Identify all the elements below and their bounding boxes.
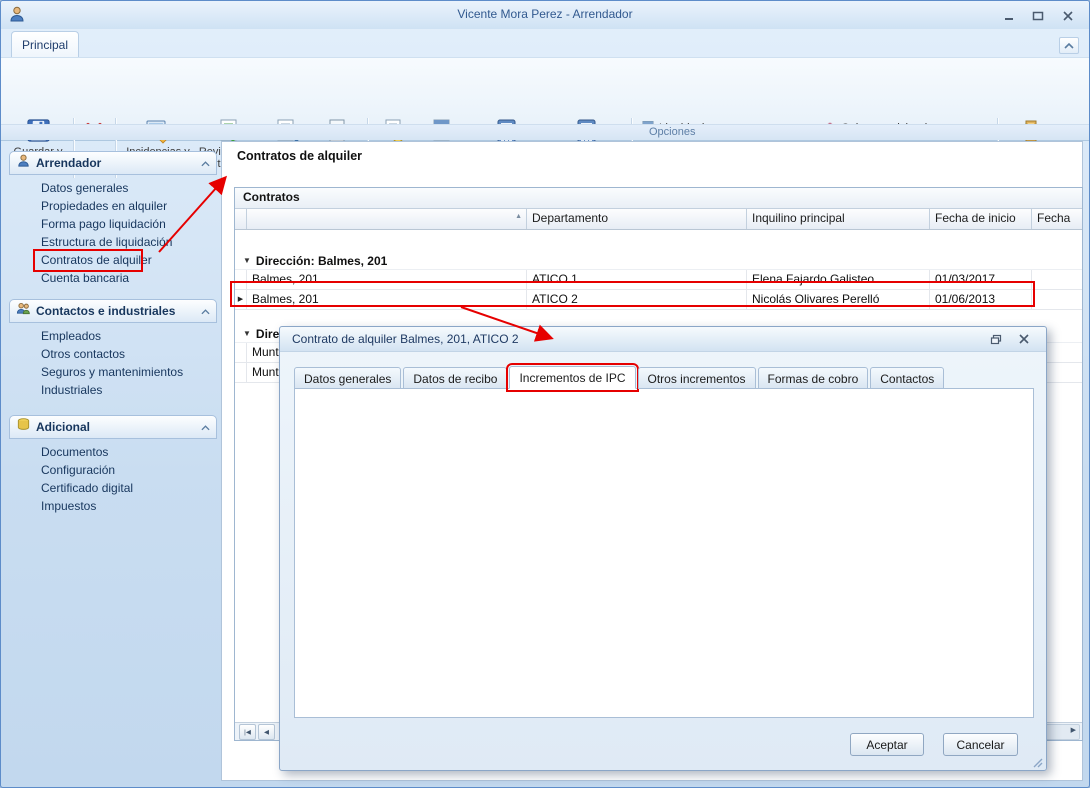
tab-otros-incrementos[interactable]: Otros incrementos	[638, 367, 756, 389]
grid-caption: Contratos	[235, 188, 1082, 209]
column-header-fecha[interactable]: Fecha	[1032, 209, 1082, 229]
sidebar-group-title: Contactos e industriales	[36, 304, 196, 318]
dialog-tab-page	[294, 388, 1034, 718]
sidebar-item-forma-pago-liquidacion[interactable]: Forma pago liquidación	[9, 215, 217, 233]
sort-asc-icon: ▲	[515, 213, 522, 220]
sidebar-item-cuenta-bancaria[interactable]: Cuenta bancaria	[9, 269, 217, 287]
tab-datos-generales[interactable]: Datos generales	[294, 367, 401, 389]
chevron-up-icon	[1064, 43, 1074, 49]
minimize-icon	[1004, 11, 1016, 21]
dialog-tabstrip: Datos generales Datos de recibo Incremen…	[294, 366, 946, 389]
sidebar-item-industriales[interactable]: Industriales	[9, 381, 217, 399]
column-header-direccion[interactable]: ▲	[247, 209, 527, 229]
app-window: Vicente Mora Perez - Arrendador Principa…	[0, 0, 1090, 788]
close-icon	[1018, 334, 1030, 344]
cell-departamento: ATICO 1	[527, 270, 747, 289]
dialog-title-bar: Contrato de alquiler Balmes, 201, ATICO …	[280, 327, 1046, 352]
sidebar-item-certificado-digital[interactable]: Certificado digital	[9, 479, 217, 497]
table-row-atico2-selected[interactable]: ▶ Balmes, 201 ATICO 2 Nicolás Olivares P…	[235, 290, 1082, 310]
chevron-up-icon[interactable]	[201, 154, 210, 172]
chevron-up-icon[interactable]	[201, 302, 210, 320]
cell-direccion: Balmes, 201	[247, 290, 527, 309]
sidebar-group-contactos: Contactos e industriales Empleados Otros…	[9, 299, 217, 399]
cell-inquilino: Elena Fajardo Galisteo	[747, 270, 930, 289]
scroll-right-icon[interactable]: ▶	[1071, 726, 1076, 734]
close-icon	[1062, 11, 1074, 21]
table-row-atico1[interactable]: Balmes, 201 ATICO 1 Elena Fajardo Galist…	[235, 270, 1082, 290]
sidebar-group-header[interactable]: Contactos e industriales	[9, 299, 217, 323]
column-header-fecha-inicio[interactable]: Fecha de inicio	[930, 209, 1032, 229]
group-row-balmes[interactable]: ▼ Dirección: Balmes, 201	[235, 252, 1082, 270]
ribbon-group-caption: Opciones	[1, 124, 1089, 140]
dialog-close-button[interactable]	[1014, 331, 1034, 347]
landlord-icon	[16, 153, 31, 173]
sidebar-group-title: Adicional	[36, 420, 196, 434]
ribbon: Guardar y cerrar ▼ Incidencias y notific…	[1, 57, 1089, 141]
accept-button[interactable]: Aceptar	[850, 733, 924, 756]
sidebar-item-propiedades-en-alquiler[interactable]: Propiedades en alquiler	[9, 197, 217, 215]
dialog-title: Contrato de alquiler Balmes, 201, ATICO …	[292, 332, 978, 346]
database-icon	[16, 417, 31, 437]
chevron-up-icon[interactable]	[201, 418, 210, 436]
tab-datos-de-recibo[interactable]: Datos de recibo	[403, 367, 507, 389]
sidebar-item-configuracion[interactable]: Configuración	[9, 461, 217, 479]
minimize-button[interactable]	[997, 8, 1023, 24]
sidebar-group-header[interactable]: Arrendador	[9, 151, 217, 175]
tab-incrementos-de-ipc[interactable]: Incrementos de IPC	[509, 366, 635, 389]
sidebar-item-seguros-y-mantenimientos[interactable]: Seguros y mantenimientos	[9, 363, 217, 381]
sidebar-group-adicional: Adicional Documentos Configuración Certi…	[9, 415, 217, 515]
tab-principal[interactable]: Principal	[11, 31, 79, 58]
sidebar-item-impuestos[interactable]: Impuestos	[9, 497, 217, 515]
sidebar-group-header[interactable]: Adicional	[9, 415, 217, 439]
cell-fecha-inicio: 01/03/2017	[930, 270, 1032, 289]
close-button[interactable]	[1055, 8, 1081, 24]
sidebar-item-empleados[interactable]: Empleados	[9, 327, 217, 345]
group-expand-icon[interactable]: ▼	[243, 329, 251, 338]
sidebar-item-estructura-de-liquidacion[interactable]: Estructura de liquidación	[9, 233, 217, 251]
cell-inquilino: Nicolás Olivares Perelló	[747, 290, 930, 309]
title-bar: Vicente Mora Perez - Arrendador	[1, 1, 1089, 29]
sidebar-group-arrendador: Arrendador Datos generales Propiedades e…	[9, 151, 217, 287]
sidebar-item-contratos-de-alquiler[interactable]: Contratos de alquiler	[9, 251, 217, 269]
row-indicator-icon: ▶	[235, 290, 247, 309]
group-expand-icon[interactable]: ▼	[243, 256, 251, 265]
page-title: Contratos de alquiler	[237, 149, 362, 163]
column-header-departamento[interactable]: Departamento	[527, 209, 747, 229]
sidebar-item-documentos[interactable]: Documentos	[9, 443, 217, 461]
cell-departamento: ATICO 2	[527, 290, 747, 309]
tab-contactos[interactable]: Contactos	[870, 367, 944, 389]
maximize-button[interactable]	[1025, 8, 1051, 24]
first-record-button[interactable]: |◀	[239, 724, 256, 740]
sidebar-item-datos-generales[interactable]: Datos generales	[9, 179, 217, 197]
column-header-inquilino[interactable]: Inquilino principal	[747, 209, 930, 229]
sidebar-group-title: Arrendador	[36, 156, 196, 170]
cell-direccion: Balmes, 201	[247, 270, 527, 289]
contacts-icon	[16, 301, 31, 321]
ribbon-tabstrip: Principal	[1, 29, 1089, 57]
cell-fecha-inicio: 01/06/2013	[930, 290, 1032, 309]
ribbon-collapse-button[interactable]	[1059, 37, 1079, 54]
maximize-icon	[1032, 11, 1044, 21]
restore-icon	[990, 334, 1002, 345]
prev-record-button[interactable]: ◀	[258, 724, 275, 740]
sidebar-item-otros-contactos[interactable]: Otros contactos	[9, 345, 217, 363]
resize-grip[interactable]	[1031, 755, 1043, 767]
tab-formas-de-cobro[interactable]: Formas de cobro	[758, 367, 869, 389]
cancel-button[interactable]: Cancelar	[943, 733, 1018, 756]
contract-dialog: Contrato de alquiler Balmes, 201, ATICO …	[279, 326, 1047, 771]
window-title: Vicente Mora Perez - Arrendador	[1, 7, 1089, 21]
grid-header-row: ▲ Departamento Inquilino principal Fecha…	[235, 209, 1082, 230]
dialog-restore-button[interactable]	[986, 331, 1006, 347]
